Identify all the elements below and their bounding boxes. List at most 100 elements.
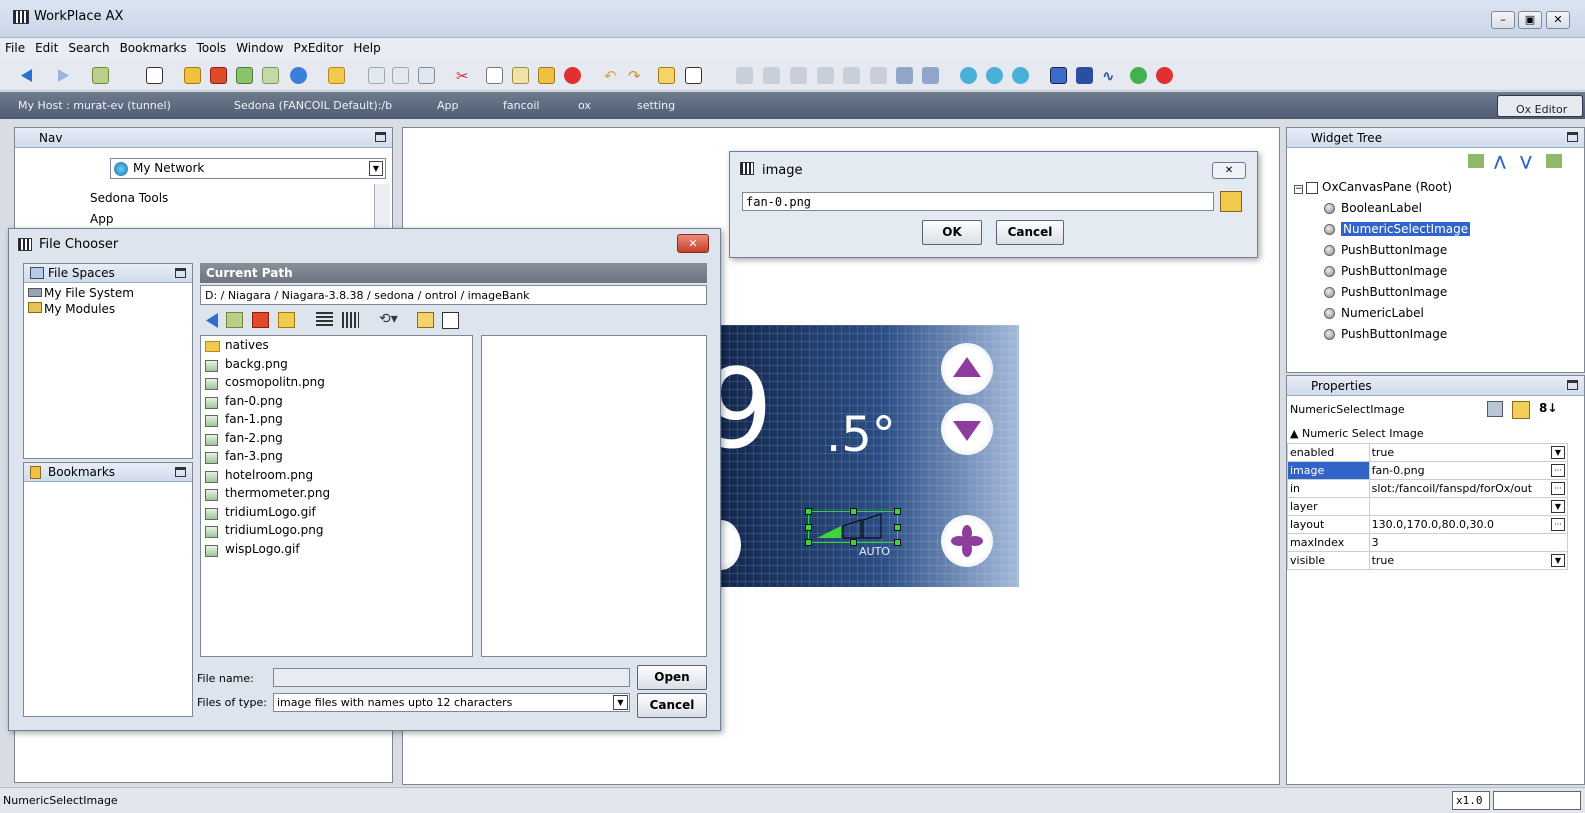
files-of-type-select[interactable]: image files with names upto 12 character… — [273, 693, 630, 712]
property-row-enabled[interactable]: enabled true ▼ — [1287, 443, 1569, 462]
resize-handle[interactable] — [805, 524, 812, 531]
locator-setting[interactable]: setting — [637, 99, 675, 112]
menu-bookmarks[interactable]: Bookmarks — [115, 38, 192, 55]
new-folder-icon[interactable] — [278, 312, 295, 328]
property-row-image[interactable]: image fan-0.png ··· — [1287, 461, 1569, 480]
more-icon[interactable]: ··· — [1551, 464, 1565, 477]
menu-help[interactable]: Help — [348, 38, 385, 55]
image-path-input[interactable]: fan-0.png — [742, 192, 1214, 211]
zoom-out-icon[interactable] — [986, 67, 1003, 84]
duplicate-icon[interactable] — [538, 67, 555, 84]
resize-handle[interactable] — [894, 524, 901, 531]
remove-icon[interactable] — [1156, 67, 1173, 84]
add-icon[interactable] — [1130, 67, 1147, 84]
locator-fancoil[interactable]: fancoil — [503, 99, 539, 112]
delete-icon[interactable] — [564, 67, 581, 84]
space-my-modules[interactable]: My Modules — [24, 301, 192, 319]
file-item[interactable]: tridiumLogo.gif — [201, 505, 472, 524]
locator-station[interactable]: Sedona (FANCOIL Default):/b — [234, 99, 392, 112]
nav-item-app[interactable]: App — [90, 212, 113, 226]
dropdown-icon[interactable]: ▼ — [1551, 500, 1565, 513]
send-back-icon[interactable] — [922, 67, 939, 84]
copy-icon[interactable] — [486, 67, 503, 84]
forward-icon[interactable] — [55, 67, 72, 84]
align-top-icon[interactable] — [817, 67, 834, 84]
tree-item-push-button-image[interactable]: PushButtonImage — [1294, 243, 1470, 264]
image-dialog-close-button[interactable]: ✕ — [1212, 162, 1246, 179]
tree-item-push-button-image[interactable]: PushButtonImage — [1294, 327, 1470, 348]
widget-tree-minimize-icon[interactable] — [1567, 132, 1578, 142]
temp-up-button[interactable] — [941, 343, 993, 395]
side-bar-icon[interactable] — [146, 67, 163, 84]
save-icon[interactable] — [368, 67, 385, 84]
file-item[interactable]: fan-2.png — [201, 431, 472, 450]
property-row-visible[interactable]: visible true ▼ — [1287, 551, 1569, 570]
paste-icon[interactable] — [512, 67, 529, 84]
tree-item-numeric-label[interactable]: NumericLabel — [1294, 306, 1470, 327]
resize-handle[interactable] — [850, 539, 857, 546]
menu-window[interactable]: Window — [231, 38, 288, 55]
file-spaces-minimize-icon[interactable] — [175, 268, 186, 278]
info-icon[interactable] — [290, 67, 307, 84]
file-item[interactable]: tridiumLogo.png — [201, 523, 472, 542]
dropdown-icon[interactable]: ▼ — [1551, 554, 1565, 567]
ok-button[interactable]: OK — [922, 220, 982, 245]
browse-folder-icon[interactable] — [1220, 191, 1242, 212]
back-icon[interactable] — [18, 67, 35, 84]
zoom-fit-icon[interactable] — [1012, 67, 1029, 84]
tree-item-push-button-image[interactable]: PushButtonImage — [1294, 264, 1470, 285]
menu-edit[interactable]: Edit — [30, 38, 63, 55]
find-file-icon[interactable] — [442, 312, 459, 329]
bookmarks-minimize-icon[interactable] — [175, 467, 186, 477]
resize-handle[interactable] — [894, 539, 901, 546]
folder-item[interactable]: natives — [201, 338, 472, 357]
zoom-in-icon[interactable] — [960, 67, 977, 84]
resize-handle[interactable] — [894, 508, 901, 515]
resize-handle[interactable] — [805, 539, 812, 546]
property-row-layout[interactable]: layout 130.0,170.0,80.0,30.0 ··· — [1287, 515, 1569, 534]
locator-ox[interactable]: ox — [578, 99, 591, 112]
file-item[interactable]: hotelroom.png — [201, 468, 472, 487]
group-icon[interactable] — [1468, 154, 1484, 168]
move-down-icon[interactable]: ⋁ — [1520, 154, 1536, 170]
ox-editor-button[interactable]: Ox Editor — [1497, 95, 1583, 117]
file-item[interactable]: fan-1.png — [201, 412, 472, 431]
file-chooser-cancel-button[interactable]: Cancel — [637, 693, 707, 718]
align-left-icon[interactable] — [736, 67, 753, 84]
more-icon[interactable]: ··· — [1551, 518, 1565, 531]
network-select[interactable]: My Network ▼ — [110, 158, 386, 179]
image-dialog-cancel-button[interactable]: Cancel — [996, 220, 1064, 245]
up-folder-icon[interactable] — [226, 312, 243, 328]
align-center-icon[interactable] — [763, 67, 780, 84]
open-folder-icon[interactable] — [328, 67, 345, 84]
bookmark-add-icon[interactable] — [417, 312, 434, 328]
sort-order-icon[interactable]: 8↓ — [1539, 401, 1557, 417]
tree-item-push-button-image[interactable]: PushButtonImage — [1294, 285, 1470, 306]
tree-item-numeric-select-image[interactable]: NumericSelectImage — [1294, 222, 1471, 243]
property-row-layer[interactable]: layer ▼ — [1287, 497, 1569, 516]
green-icon[interactable] — [236, 67, 253, 84]
file-name-input[interactable] — [273, 668, 630, 687]
select-tool-icon[interactable] — [1050, 67, 1067, 84]
close-window-button[interactable]: ✕ — [1546, 11, 1570, 29]
curve-tool-icon[interactable]: ∿ — [1102, 67, 1119, 85]
more-icon[interactable]: ··· — [1551, 482, 1565, 495]
file-item[interactable]: wispLogo.gif — [201, 542, 472, 561]
properties-minimize-icon[interactable] — [1567, 380, 1578, 390]
maximize-button[interactable]: ▣ — [1518, 11, 1542, 29]
menu-file[interactable]: File — [0, 38, 30, 55]
tree-root[interactable]: − OxCanvasPane (Root) — [1294, 180, 1470, 201]
menu-tools[interactable]: Tools — [192, 38, 232, 55]
file-item[interactable]: thermometer.png — [201, 486, 472, 505]
back-icon[interactable] — [204, 312, 220, 329]
resize-handle[interactable] — [850, 508, 857, 515]
home-icon[interactable] — [252, 312, 269, 328]
undo-icon[interactable]: ↶ — [604, 67, 621, 85]
nav-minimize-icon[interactable] — [375, 132, 386, 142]
fan-button[interactable] — [941, 515, 993, 567]
marquee-tool-icon[interactable] — [1076, 67, 1093, 84]
cut-icon[interactable]: ✂ — [456, 67, 473, 85]
minimize-button[interactable]: – — [1491, 11, 1515, 29]
edit-icon[interactable] — [658, 67, 675, 84]
locator-host[interactable]: My Host : murat-ev (tunnel) — [18, 99, 171, 112]
